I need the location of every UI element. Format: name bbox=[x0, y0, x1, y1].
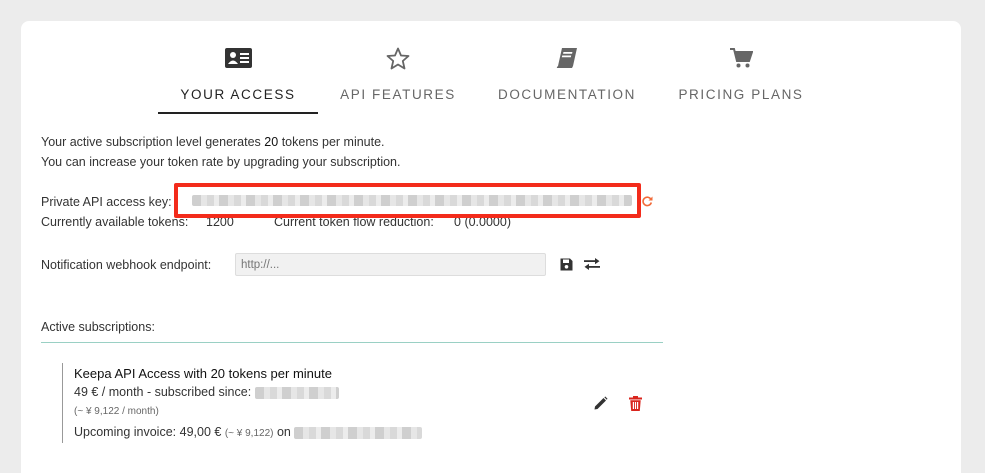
intro-prefix: Your active subscription level generates bbox=[41, 135, 261, 149]
subscription-level-text: Your active subscription level generates… bbox=[41, 135, 385, 149]
subscribed-since-redacted bbox=[254, 386, 339, 399]
intro-suffix: tokens per minute. bbox=[281, 135, 385, 149]
webhook-label: Notification webhook endpoint: bbox=[41, 258, 212, 272]
active-subscriptions-header: Active subscriptions: bbox=[41, 318, 663, 343]
refresh-icon[interactable] bbox=[641, 195, 653, 207]
tab-pricing-plans[interactable]: PRICING PLANS bbox=[673, 44, 809, 114]
tab-label: YOUR ACCESS bbox=[180, 87, 296, 102]
tab-your-access[interactable]: YOUR ACCESS bbox=[158, 44, 318, 114]
swap-icon[interactable] bbox=[584, 257, 600, 271]
delete-trash-icon[interactable] bbox=[627, 395, 643, 411]
main-card: YOUR ACCESS API FEATURES DOCUMENTATION P… bbox=[21, 21, 961, 473]
edit-pencil-icon[interactable] bbox=[592, 395, 608, 411]
subscribed-since-label: subscribed since: bbox=[154, 385, 252, 399]
active-subscriptions-title: Active subscriptions: bbox=[41, 320, 155, 334]
star-outline-icon bbox=[384, 44, 412, 72]
invoice-on: on bbox=[276, 425, 291, 439]
tokens-per-minute-value: 20 bbox=[264, 135, 279, 149]
webhook-endpoint-input[interactable] bbox=[235, 253, 546, 276]
subscription-entry: Keepa API Access with 20 tokens per minu… bbox=[62, 363, 662, 443]
tab-api-features[interactable]: API FEATURES bbox=[335, 44, 461, 114]
invoice-amount: 49,00 € bbox=[179, 425, 222, 439]
id-card-icon bbox=[224, 44, 252, 72]
subscription-yen-price: (~ ¥ 9,122 / month) bbox=[74, 406, 159, 417]
separator: - bbox=[143, 385, 155, 399]
tab-label: DOCUMENTATION bbox=[497, 87, 637, 102]
invoice-date-redacted bbox=[294, 426, 423, 439]
api-key-label: Private API access key: bbox=[41, 195, 172, 209]
invoice-yen: (~ ¥ 9,122) bbox=[224, 428, 274, 439]
upcoming-invoice-line: Upcoming invoice: 49,00 € (~ ¥ 9,122) on bbox=[74, 425, 423, 439]
available-tokens-label: Currently available tokens: bbox=[41, 215, 189, 229]
shopping-cart-icon bbox=[727, 44, 755, 72]
book-icon bbox=[553, 44, 581, 72]
subscription-title: Keepa API Access with 20 tokens per minu… bbox=[74, 366, 332, 381]
upgrade-hint-text: You can increase your token rate by upgr… bbox=[41, 155, 401, 169]
subscription-price: 49 € / month bbox=[74, 385, 144, 399]
tab-label: PRICING PLANS bbox=[678, 87, 804, 102]
save-icon[interactable] bbox=[559, 257, 573, 271]
tab-documentation[interactable]: DOCUMENTATION bbox=[491, 44, 643, 114]
tab-bar: YOUR ACCESS API FEATURES DOCUMENTATION P… bbox=[21, 21, 961, 116]
api-key-redacted bbox=[192, 195, 632, 206]
upcoming-invoice-label: Upcoming invoice: bbox=[74, 425, 177, 439]
subscription-price-line: 49 € / month - subscribed since: bbox=[74, 385, 339, 399]
api-key-highlight[interactable] bbox=[174, 183, 641, 218]
tab-label: API FEATURES bbox=[340, 87, 456, 102]
